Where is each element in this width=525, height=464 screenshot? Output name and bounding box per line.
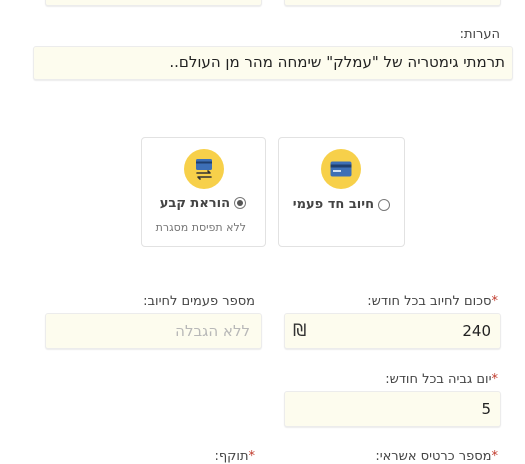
standing-order-radio[interactable]	[234, 197, 246, 209]
charge-count-label: מספר פעמים לחיוב:	[143, 294, 255, 309]
previous-field-right[interactable]	[284, 0, 501, 6]
credit-card-icon	[321, 149, 361, 189]
one-time-title: חיוב חד פעמי	[292, 197, 374, 212]
required-mark: *	[491, 294, 499, 309]
monthly-amount-label-text: סכום לחיוב בכל חודש:	[367, 294, 492, 309]
notes-value: תרמתי גימטריה של "עמלק" שימחה מהר מן העו…	[169, 53, 505, 71]
monthly-amount-input[interactable]: 240 ₪	[284, 313, 501, 349]
charge-count-placeholder: ללא הגבלה	[175, 322, 250, 340]
collection-day-input[interactable]: 5	[284, 391, 501, 427]
shekel-icon: ₪	[293, 321, 307, 341]
previous-field-left[interactable]	[45, 0, 262, 6]
standing-order-title: הוראת קבע	[159, 196, 230, 211]
notes-field[interactable]: תרמתי גימטריה של "עמלק" שימחה מהר מן העו…	[33, 46, 513, 80]
monthly-amount-value: 240	[462, 322, 491, 340]
collection-day-label-text: יום גביה בכל חודש:	[385, 372, 492, 387]
standing-order-subtitle: ללא תפיסת מסגרת	[155, 221, 246, 234]
monthly-amount-label: *סכום לחיוב בכל חודש:	[367, 294, 498, 309]
charge-count-input[interactable]: ללא הגבלה	[45, 313, 262, 349]
payment-option-one-time[interactable]: חיוב חד פעמי	[278, 137, 405, 247]
one-time-radio[interactable]	[378, 199, 390, 211]
notes-label: הערות:	[459, 27, 500, 42]
collection-day-label: *יום גביה בכל חודש:	[385, 372, 498, 387]
recurring-card-icon	[184, 149, 224, 189]
required-mark: *	[491, 372, 499, 387]
payment-option-standing-order[interactable]: הוראת קבע ללא תפיסת מסגרת	[141, 137, 266, 247]
collection-day-value: 5	[481, 400, 491, 418]
